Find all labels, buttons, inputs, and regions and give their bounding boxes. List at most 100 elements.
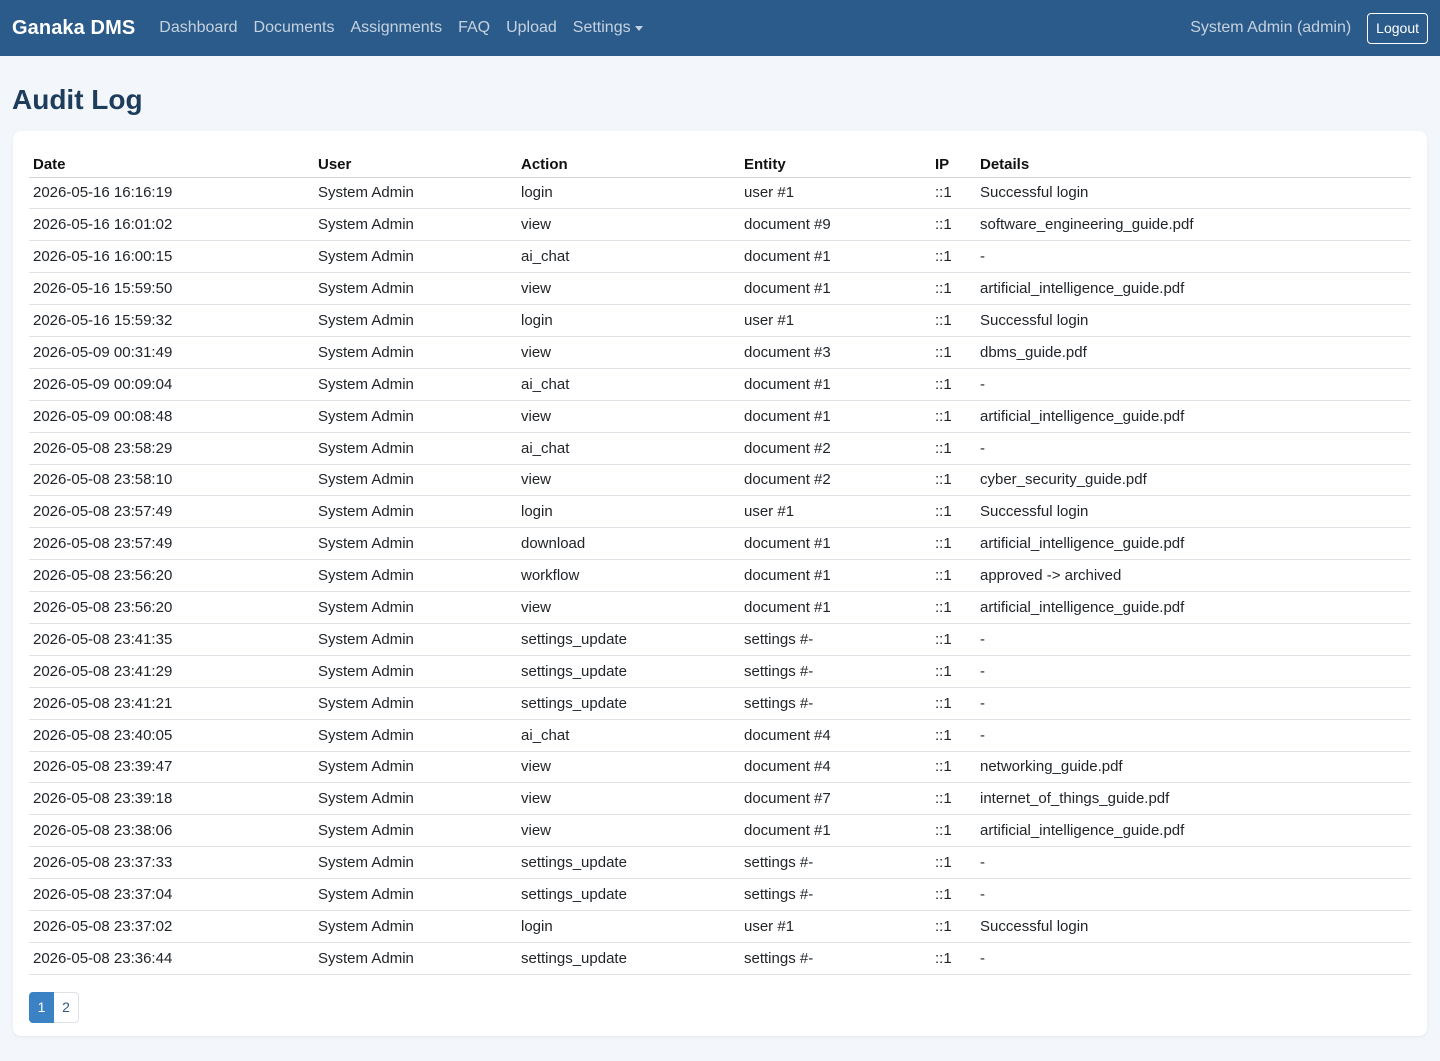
action-cell: view (517, 591, 740, 624)
action-cell: settings_update (517, 942, 740, 975)
nav-dropdown-settings[interactable]: Settings (565, 19, 651, 37)
table-row: 2026-05-09 00:08:48 System Admin view docum… (29, 400, 1411, 433)
entity-cell: settings #- (740, 942, 931, 975)
user-cell: System Admin (314, 495, 517, 529)
entity-cell: document #1 (740, 272, 931, 306)
entity-cell: document #9 (740, 208, 931, 242)
entity-cell: document #1 (740, 559, 931, 593)
date-cell: 2026-05-16 15:59:50 (29, 272, 314, 306)
entity-cell: document #1 (740, 591, 931, 624)
details-cell: artificial_intelligence_guide.pdf (976, 591, 1411, 624)
action-cell: ai_chat (517, 240, 740, 274)
ip-cell: ::1 (931, 304, 976, 337)
details-cell: - (976, 942, 1411, 975)
details-cell: artificial_intelligence_guide.pdf (976, 400, 1411, 433)
date-cell: 2026-05-16 16:16:19 (29, 177, 314, 210)
nav-link-documents[interactable]: Documents (246, 19, 343, 37)
ip-cell: ::1 (931, 432, 976, 465)
user-cell: System Admin (314, 559, 517, 593)
entity-cell: settings #- (740, 687, 931, 720)
table-row: 2026-05-16 16:00:15 System Admin ai_chat do… (29, 240, 1411, 274)
settings-label: Settings (572, 19, 631, 36)
user-cell: System Admin (314, 942, 517, 975)
table-row: 2026-05-08 23:56:20 System Admin view docum… (29, 591, 1411, 624)
nav-link-assignments[interactable]: Assignments (342, 19, 450, 37)
nav-link-upload[interactable]: Upload (498, 19, 565, 37)
logout-button[interactable]: Logout (1367, 12, 1428, 44)
user-cell: System Admin (314, 719, 517, 752)
page-link-2[interactable]: 2 (54, 991, 79, 1023)
table-row: 2026-05-08 23:36:44 System Admin settings_… (29, 942, 1411, 975)
action-cell: settings_update (517, 655, 740, 688)
details-cell: - (976, 240, 1411, 274)
details-cell: software_engineering_guide.pdf (976, 208, 1411, 242)
ip-cell: ::1 (931, 942, 976, 975)
column-header-details: Details (976, 147, 1411, 178)
details-cell: - (976, 687, 1411, 720)
ip-cell: ::1 (931, 400, 976, 433)
details-cell: - (976, 846, 1411, 880)
date-cell: 2026-05-08 23:40:05 (29, 719, 314, 752)
user-cell: System Admin (314, 240, 517, 274)
date-cell: 2026-05-16 16:01:02 (29, 208, 314, 242)
entity-cell: settings #- (740, 846, 931, 880)
user-cell: System Admin (314, 782, 517, 816)
ip-cell: ::1 (931, 910, 976, 943)
ip-cell: ::1 (931, 527, 976, 561)
date-cell: 2026-05-16 15:59:32 (29, 304, 314, 337)
entity-cell: document #3 (740, 336, 931, 369)
brand-logo[interactable]: Ganaka DMS (12, 17, 135, 40)
date-cell: 2026-05-08 23:37:04 (29, 878, 314, 911)
nav-links: Dashboard Documents Assignments FAQ Uplo… (151, 19, 650, 37)
user-cell: System Admin (314, 623, 517, 656)
details-cell: artificial_intelligence_guide.pdf (976, 272, 1411, 306)
user-cell: System Admin (314, 177, 517, 210)
ip-cell: ::1 (931, 272, 976, 306)
entity-cell: document #4 (740, 719, 931, 752)
page-link-1[interactable]: 1 (29, 991, 54, 1023)
user-cell: System Admin (314, 304, 517, 337)
table-row: 2026-05-08 23:56:20 System Admin workflow d… (29, 559, 1411, 593)
entity-cell: document #1 (740, 240, 931, 274)
action-cell: view (517, 336, 740, 369)
details-cell: artificial_intelligence_guide.pdf (976, 527, 1411, 561)
table-row: 2026-05-16 15:59:50 System Admin view docum… (29, 272, 1411, 306)
table-row: 2026-05-16 16:16:19 System Admin login user… (29, 177, 1411, 210)
details-cell: Successful login (976, 177, 1411, 210)
details-cell: artificial_intelligence_guide.pdf (976, 814, 1411, 848)
date-cell: 2026-05-16 16:00:15 (29, 240, 314, 274)
table-row: 2026-05-16 16:01:02 System Admin view docum… (29, 208, 1411, 242)
date-cell: 2026-05-08 23:36:44 (29, 942, 314, 975)
ip-cell: ::1 (931, 559, 976, 593)
date-cell: 2026-05-08 23:41:35 (29, 623, 314, 656)
action-cell: ai_chat (517, 719, 740, 752)
column-header-date: Date (29, 147, 314, 178)
entity-cell: user #1 (740, 910, 931, 943)
nav-link-faq[interactable]: FAQ (450, 19, 498, 37)
audit-log-table: Date User Action Entity IP Details 2026-… (29, 147, 1411, 975)
column-header-action: Action (517, 147, 740, 178)
user-cell: System Admin (314, 655, 517, 688)
date-cell: 2026-05-08 23:39:47 (29, 751, 314, 784)
action-cell: settings_update (517, 623, 740, 656)
table-row: 2026-05-08 23:37:02 System Admin login user… (29, 910, 1411, 943)
user-cell: System Admin (314, 814, 517, 848)
user-cell: System Admin (314, 272, 517, 306)
entity-cell: document #2 (740, 432, 931, 465)
user-cell: System Admin (314, 910, 517, 943)
action-cell: view (517, 464, 740, 497)
user-cell: System Admin (314, 846, 517, 880)
action-cell: view (517, 208, 740, 242)
date-cell: 2026-05-09 00:31:49 (29, 336, 314, 369)
ip-cell: ::1 (931, 687, 976, 720)
user-cell: System Admin (314, 208, 517, 242)
action-cell: ai_chat (517, 432, 740, 465)
nav-link-dashboard[interactable]: Dashboard (151, 19, 245, 37)
entity-cell: document #1 (740, 527, 931, 561)
entity-cell: document #1 (740, 814, 931, 848)
ip-cell: ::1 (931, 623, 976, 656)
table-row: 2026-05-09 00:31:49 System Admin view docum… (29, 336, 1411, 369)
ip-cell: ::1 (931, 208, 976, 242)
date-cell: 2026-05-08 23:41:29 (29, 655, 314, 688)
table-row: 2026-05-09 00:09:04 System Admin ai_chat do… (29, 368, 1411, 401)
